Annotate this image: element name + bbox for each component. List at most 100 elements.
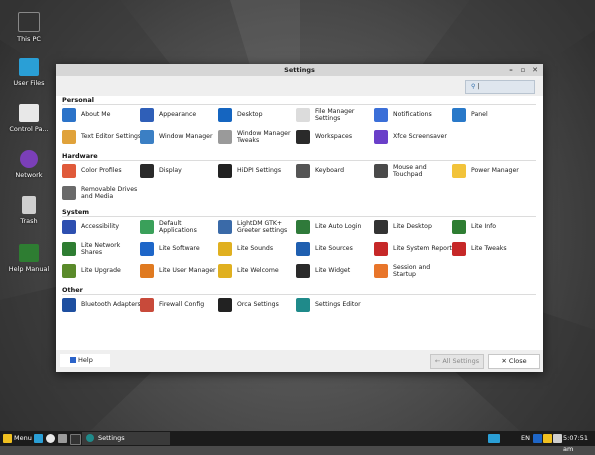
file-manager-icon <box>296 108 310 122</box>
settings-item-orca[interactable]: Orca Settings <box>218 295 298 315</box>
settings-item-notifications[interactable]: Notifications <box>374 105 454 125</box>
language-indicator[interactable]: EN <box>521 433 530 444</box>
settings-item-lightdm[interactable]: LightDM GTK+ Greeter settings <box>218 217 298 237</box>
power-icon <box>452 164 466 178</box>
upgrade-icon <box>62 264 76 278</box>
settings-item-lite-info[interactable]: Lite Info <box>452 217 532 237</box>
desktop-icon-this-pc[interactable]: This PC <box>4 12 54 43</box>
settings-item-hidpi[interactable]: HiDPI Settings <box>218 161 298 181</box>
lightdm-icon <box>218 220 232 234</box>
section-title: Personal <box>62 96 94 104</box>
panel-icon <box>452 108 466 122</box>
settings-item-person[interactable]: About Me <box>62 105 142 125</box>
desktop-icon-user-files[interactable]: User Files <box>4 58 54 87</box>
settings-item-settings-editor[interactable]: Settings Editor <box>296 295 376 315</box>
removable-drive-icon <box>62 186 76 200</box>
settings-item-bluetooth[interactable]: Bluetooth Adapters <box>62 295 142 315</box>
settings-item-sounds[interactable]: Lite Sounds <box>218 239 298 259</box>
settings-item-label: Lite User Manager <box>159 267 216 275</box>
settings-item-power[interactable]: Power Manager <box>452 161 532 181</box>
update-tray-icon[interactable] <box>488 434 500 443</box>
text-editor-icon <box>62 130 76 144</box>
terminal-launcher-icon[interactable] <box>70 434 81 445</box>
settings-item-auto-login[interactable]: Lite Auto Login <box>296 217 376 237</box>
settings-item-label: Window Manager <box>159 133 213 141</box>
section-title: Hardware <box>62 152 98 160</box>
desktop-icon-network[interactable]: Network <box>4 150 54 179</box>
settings-item-welcome[interactable]: Lite Welcome <box>218 261 298 281</box>
network-tray-icon[interactable] <box>533 434 542 443</box>
settings-item-session[interactable]: Session and Startup <box>374 261 454 281</box>
settings-item-label: Lite Info <box>471 223 497 231</box>
settings-item-label: Lite Sources <box>315 245 353 253</box>
desktop-icon-help-manual[interactable]: Help Manual <box>4 244 54 273</box>
desktop-icon-control-panel[interactable]: Control Pa... <box>4 104 54 133</box>
settings-item-label: Lite Tweaks <box>471 245 507 253</box>
help-button[interactable]: Help <box>60 354 110 367</box>
control-panel-icon <box>19 104 39 122</box>
settings-item-label: File Manager Settings <box>315 107 355 123</box>
settings-item-lite-desktop[interactable]: Lite Desktop <box>374 217 454 237</box>
all-settings-button[interactable]: ← All Settings <box>430 354 484 369</box>
close-button[interactable]: ✕ Close <box>488 354 540 369</box>
maximize-icon[interactable]: ▫ <box>517 64 529 76</box>
settings-item-workspaces[interactable]: Workspaces <box>296 127 376 147</box>
settings-item-screensaver[interactable]: Xfce Screensaver <box>374 127 454 147</box>
power-tray-icon[interactable] <box>543 434 552 443</box>
taskbar: Menu Settings EN 5:07:51 am <box>0 431 595 453</box>
settings-item-system-report[interactable]: Lite System Report <box>374 239 454 259</box>
software-launcher-icon[interactable] <box>58 434 67 443</box>
settings-item-default-apps[interactable]: Default Applications <box>140 217 220 237</box>
settings-item-tweaks[interactable]: Lite Tweaks <box>452 239 532 259</box>
settings-item-label: Lite Desktop <box>393 223 432 231</box>
settings-item-label: Panel <box>471 111 488 119</box>
settings-item-widget[interactable]: Lite Widget <box>296 261 376 281</box>
settings-item-label: Lite Upgrade <box>81 267 121 275</box>
settings-item-window-tweaks[interactable]: Window Manager Tweaks <box>218 127 298 147</box>
desktop-icon-trash[interactable]: Trash <box>4 196 54 225</box>
search-icon: ⚲ <box>471 83 476 90</box>
volume-tray-icon[interactable] <box>553 434 562 443</box>
settings-item-network-shares[interactable]: Lite Network Shares <box>62 239 142 259</box>
settings-item-text-editor[interactable]: Text Editor Settings <box>62 127 142 147</box>
settings-item-desktop[interactable]: Desktop <box>218 105 298 125</box>
settings-item-user-manager[interactable]: Lite User Manager <box>140 261 220 281</box>
settings-item-window-manager[interactable]: Window Manager <box>140 127 220 147</box>
settings-item-label: Accessibility <box>81 223 120 231</box>
workspaces-icon <box>296 130 310 144</box>
settings-item-software[interactable]: Lite Software <box>140 239 220 259</box>
section-title: System <box>62 208 90 216</box>
browser-launcher-icon[interactable] <box>46 434 55 443</box>
settings-item-firewall[interactable]: Firewall Config <box>140 295 220 315</box>
minimize-icon[interactable]: – <box>505 64 517 76</box>
settings-item-accessibility[interactable]: Accessibility <box>62 217 142 237</box>
desktop: This PC User Files Control Pa... Network… <box>0 0 595 431</box>
taskbar-task-settings[interactable]: Settings <box>82 432 170 445</box>
person-icon <box>62 108 76 122</box>
settings-item-label: Orca Settings <box>237 301 279 309</box>
file-manager-launcher-icon[interactable] <box>34 434 43 443</box>
settings-item-removable-drive[interactable]: Removable Drives and Media <box>62 183 142 203</box>
settings-item-label: Desktop <box>237 111 263 119</box>
settings-item-file-manager[interactable]: File Manager Settings <box>296 105 376 125</box>
search-input[interactable]: ⚲ | <box>465 80 535 94</box>
settings-item-appearance[interactable]: Appearance <box>140 105 220 125</box>
window-titlebar[interactable]: Settings – ▫ ✕ <box>56 64 543 76</box>
settings-item-label: Bluetooth Adapters <box>81 301 141 309</box>
settings-item-display[interactable]: Display <box>140 161 220 181</box>
close-icon[interactable]: ✕ <box>529 64 541 76</box>
settings-item-label: About Me <box>81 111 111 119</box>
lite-info-icon <box>452 220 466 234</box>
settings-item-panel[interactable]: Panel <box>452 105 532 125</box>
menu-button[interactable]: Menu <box>14 433 32 444</box>
trash-icon <box>22 196 36 214</box>
settings-item-label: Display <box>159 167 182 175</box>
network-shares-icon <box>62 242 76 256</box>
settings-item-keyboard[interactable]: Keyboard <box>296 161 376 181</box>
settings-item-mouse[interactable]: Mouse and Touchpad <box>374 161 454 181</box>
help-icon <box>70 357 76 363</box>
settings-item-upgrade[interactable]: Lite Upgrade <box>62 261 142 281</box>
settings-item-sources[interactable]: Lite Sources <box>296 239 376 259</box>
settings-item-color-profiles[interactable]: Color Profiles <box>62 161 142 181</box>
settings-item-label: Xfce Screensaver <box>393 133 447 141</box>
